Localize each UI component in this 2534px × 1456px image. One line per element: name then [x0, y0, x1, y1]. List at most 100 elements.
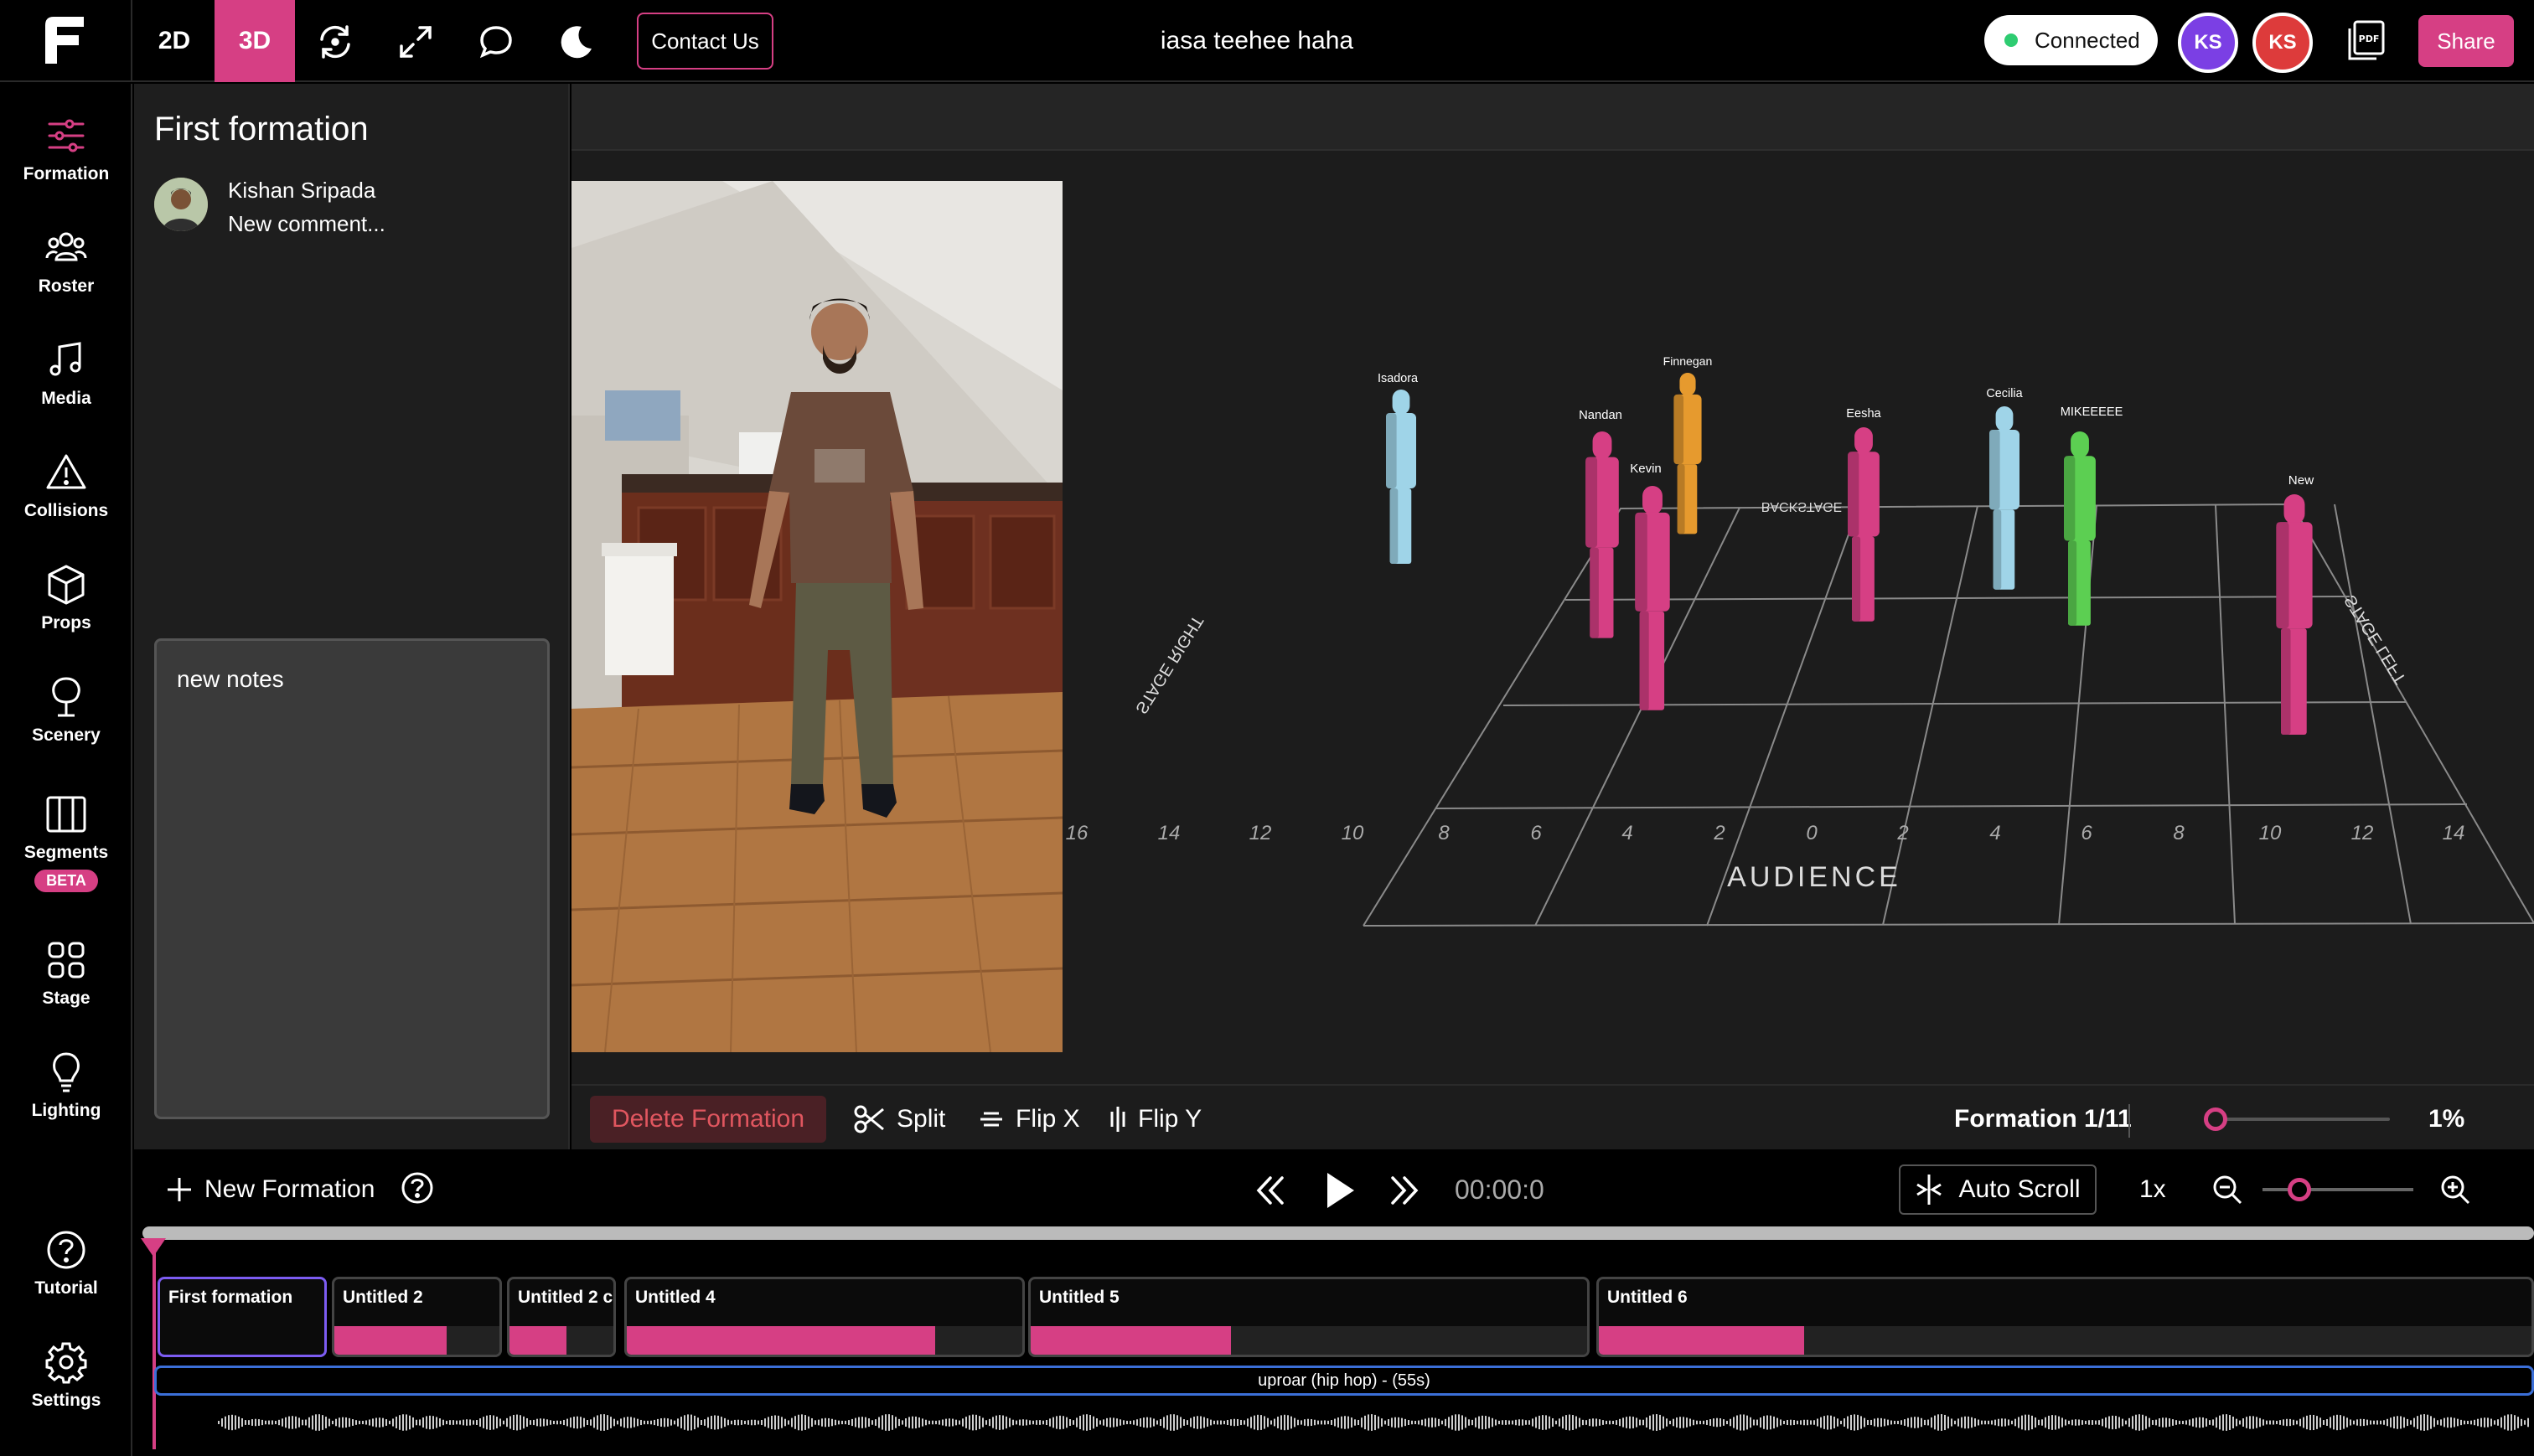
sidebar-item-roster[interactable]: Roster [0, 226, 132, 297]
backstage-label: BACKSTAGE [1761, 499, 1843, 514]
sidebar-item-label: Media [41, 389, 91, 408]
sidebar-item-label: Segments [23, 843, 109, 862]
flip-y-button[interactable]: Flip Y [1108, 1096, 1202, 1143]
user-avatar[interactable]: KS [2252, 13, 2313, 73]
x-tick: 0 [1806, 822, 1818, 844]
dancer-figure[interactable]: Finnegan [1663, 354, 1713, 534]
auto-scroll-label: Auto Scroll [1958, 1175, 2081, 1203]
contact-us-button[interactable]: Contact Us [637, 13, 773, 70]
split-button[interactable]: Split [853, 1096, 945, 1143]
dancer-name-label: MIKEEEEE [2061, 405, 2123, 419]
stage-view[interactable]: AUDIENCE STAGE RIGHT STAGE LEFT BACKSTAG… [571, 84, 2534, 1084]
audio-track[interactable]: uproar (hip hop) - (55s) [154, 1366, 2534, 1396]
sidebar-item-scenery[interactable]: Scenery [0, 675, 132, 746]
x-tick: 8 [2173, 822, 2185, 844]
formation-block-name: Untitled 4 [635, 1288, 716, 1307]
formation-block[interactable]: Untitled 5 [1028, 1277, 1590, 1357]
sidebar-item-stage[interactable]: Stage [0, 938, 132, 1009]
mode-2d-button[interactable]: 2D [134, 0, 215, 82]
formation-block[interactable]: Untitled 2 c [507, 1277, 616, 1357]
left-sidebar: Formation Roster Media Collisions Props … [0, 84, 132, 1456]
user-avatar[interactable]: KS [2178, 13, 2238, 73]
dancer-figure[interactable]: Isadora [1378, 372, 1418, 564]
sidebar-item-label: Tutorial [34, 1278, 98, 1298]
x-tick: 12 [2351, 822, 2374, 844]
pdf-export-icon[interactable]: PDF [2345, 18, 2388, 62]
app-logo[interactable] [0, 0, 132, 82]
x-tick: 14 [2443, 822, 2465, 844]
people-icon [45, 232, 87, 261]
sliders-icon [48, 119, 85, 152]
zoom-in-icon[interactable] [2438, 1173, 2472, 1206]
notes-textarea[interactable]: new notes [154, 638, 550, 1119]
fast-forward-icon[interactable] [1384, 1169, 1426, 1211]
flip-vertical-icon [1110, 1107, 1125, 1132]
dancer-name-label: Nandan [1579, 409, 1622, 422]
dancer-figure[interactable]: Cecilia [1986, 387, 2023, 590]
rewind-icon[interactable] [1249, 1169, 1290, 1211]
sidebar-item-media[interactable]: Media [0, 338, 132, 409]
x-tick: 12 [1249, 822, 1272, 844]
audio-track-label: uproar (hip hop) - (55s) [1258, 1371, 1430, 1390]
delete-formation-button[interactable]: Delete Formation [590, 1096, 826, 1143]
x-tick: 6 [1530, 822, 1542, 844]
play-icon[interactable] [1314, 1166, 1364, 1215]
timeline-zoom-thumb[interactable] [2288, 1178, 2311, 1201]
status-dot-icon [2004, 34, 2018, 47]
svg-text:PDF: PDF [2359, 34, 2380, 44]
formation-block[interactable]: First formation [158, 1277, 327, 1357]
video-overlay[interactable] [571, 181, 1063, 1052]
logo-icon [45, 17, 84, 64]
sidebar-item-lighting[interactable]: Lighting [0, 1051, 132, 1121]
dancer-figure[interactable]: Eesha [1846, 407, 1882, 622]
sidebar-item-formation[interactable]: Formation [0, 114, 132, 184]
fullscreen-icon[interactable] [394, 20, 437, 64]
dancer-figure[interactable]: Kevin [1630, 462, 1670, 710]
sidebar-item-label: Settings [31, 1391, 101, 1410]
sidebar-item-settings[interactable]: Settings [0, 1340, 132, 1411]
grid-icon [48, 942, 85, 978]
cube-icon [48, 565, 85, 605]
stage-left-label: STAGE LEFT [2341, 591, 2411, 687]
auto-scroll-icon [1916, 1175, 1942, 1205]
dancer-figure[interactable]: Nandan [1579, 409, 1622, 638]
comment-icon[interactable] [474, 20, 518, 64]
timeline: New Formation 00:00:0 Auto Scroll 1x Fir… [134, 1151, 2534, 1456]
stage-zoom-slider[interactable] [2212, 1118, 2390, 1121]
stage-zoom-thumb[interactable] [2204, 1107, 2227, 1131]
beta-badge: BETA [34, 870, 98, 892]
sidebar-item-collisions[interactable]: Collisions [0, 451, 132, 521]
dancer-name-label: Kevin [1630, 462, 1662, 476]
auto-scroll-button[interactable]: Auto Scroll [1899, 1164, 2097, 1215]
music-icon [49, 342, 81, 376]
sidebar-item-segments[interactable]: Segments BETA [0, 793, 132, 892]
timeline-scrubber[interactable] [142, 1226, 2534, 1240]
formation-transition-bar [1599, 1326, 1804, 1355]
timeline-help-icon[interactable] [399, 1169, 436, 1211]
flip-y-label: Flip Y [1138, 1105, 1202, 1133]
formation-block[interactable]: Untitled 4 [624, 1277, 1025, 1357]
dancer-name-label: New [2288, 473, 2314, 488]
timeline-zoom-slider[interactable] [2262, 1188, 2413, 1191]
new-formation-button[interactable]: New Formation [164, 1169, 375, 1210]
sidebar-item-props[interactable]: Props [0, 563, 132, 633]
dancer-figure[interactable]: New [2276, 473, 2314, 735]
flip-x-button[interactable]: Flip X [977, 1096, 1080, 1143]
share-button[interactable]: Share [2418, 15, 2514, 67]
playback-speed[interactable]: 1x [2139, 1169, 2166, 1210]
split-label: Split [897, 1105, 946, 1133]
dancer-figure[interactable]: MIKEEEEE [2061, 405, 2123, 626]
sidebar-item-label: Roster [38, 276, 95, 296]
mode-3d-button[interactable]: 3D [215, 0, 295, 82]
dark-mode-icon[interactable] [555, 20, 598, 64]
rotate-icon[interactable] [313, 20, 357, 64]
new-comment-input[interactable]: New comment... [228, 211, 385, 237]
formation-block[interactable]: Untitled 6 [1596, 1277, 2534, 1357]
columns-icon [46, 796, 86, 833]
formation-block[interactable]: Untitled 2 [332, 1277, 502, 1357]
formation-title[interactable]: First formation [154, 111, 369, 148]
audio-waveform [218, 1414, 2529, 1431]
sidebar-item-tutorial[interactable]: Tutorial [0, 1228, 132, 1299]
stage-header-strip [571, 84, 2534, 151]
zoom-out-icon[interactable] [2211, 1173, 2244, 1206]
